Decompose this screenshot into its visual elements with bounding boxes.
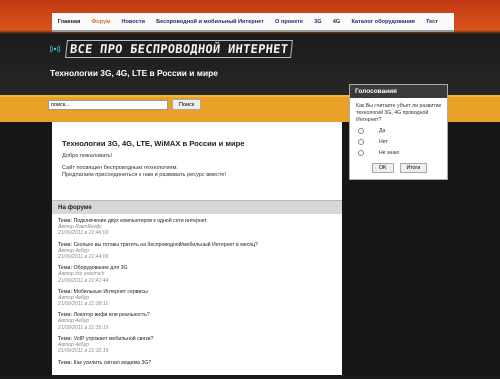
- wifi-antenna-icon: [50, 45, 60, 53]
- forum-post: Тема: Подключение двух компьютеров к одн…: [52, 214, 342, 238]
- welcome-greeting: Добро пожаловать!: [62, 153, 113, 159]
- nav-item-forum[interactable]: Форум: [86, 19, 116, 25]
- poll-widget: Голосования Как Вы считаете убъет ли раз…: [349, 84, 448, 180]
- forum-post-date: 21/09/2011 в 21:38:11: [58, 301, 109, 308]
- site-tagline: Технологии 3G, 4G, LTE в России и мире: [50, 68, 218, 78]
- forum-post-title[interactable]: Мобильные Интернет сервисы: [74, 289, 148, 295]
- topic-label: Тема:: [58, 288, 73, 295]
- topic-label: Тема:: [58, 359, 73, 366]
- poll-buttons: OK Итоги: [350, 158, 447, 174]
- nav-item-test[interactable]: Тест: [420, 19, 443, 25]
- nav-item-wireless-internet[interactable]: Беспроводной и мобильный Интернет: [151, 19, 270, 25]
- search-input[interactable]: [48, 99, 168, 110]
- nav-item-catalog[interactable]: Каталог оборудования: [346, 19, 421, 25]
- poll-option-label: Не знаю: [379, 149, 400, 156]
- radio-button[interactable]: [358, 138, 364, 145]
- welcome-title: Технологии 3G, 4G, LTE, WiMAX в России и…: [62, 139, 245, 148]
- forum-post: Тема: Мобильные Интернет сервисы Автор 4…: [52, 285, 342, 309]
- forum-panel: На форуме Тема: Подключение двух компьют…: [52, 200, 342, 379]
- nav-item-about[interactable]: О проекте: [269, 19, 308, 25]
- forum-post: Тема: VoIP угрожает мобильной связи? Авт…: [52, 332, 342, 356]
- welcome-text-line1: Сайт посвящен беспроводным технологиям.: [62, 164, 178, 171]
- nav-item-4g[interactable]: 4G: [327, 19, 346, 25]
- main-content: Технологии 3G, 4G, LTE, WiMAX в России и…: [52, 122, 342, 375]
- nav-item-3g[interactable]: 3G: [309, 19, 328, 25]
- forum-post-date: 21/09/2011 в 21:41:44: [58, 277, 109, 284]
- poll-title: Голосования: [350, 85, 447, 98]
- poll-option-dont-know[interactable]: Не знаю: [350, 147, 447, 158]
- poll-ok-button[interactable]: OK: [372, 163, 394, 174]
- forum-post-date: 21/09/2011 в 21:46:03: [58, 230, 109, 237]
- nav-item-home[interactable]: Главная: [52, 19, 86, 25]
- forum-post-date: 21/09/2011 в 21:35:19: [58, 324, 109, 331]
- welcome-section: Технологии 3G, 4G, LTE, WiMAX в России и…: [52, 122, 342, 180]
- radio-button[interactable]: [358, 149, 364, 156]
- forum-post: Тема: Как усилить сигнал модема 3G?: [52, 356, 342, 379]
- search-button[interactable]: Поиск: [172, 99, 202, 110]
- forum-post: Тема: Оборудование для 3G Автор the pote…: [52, 261, 342, 285]
- forum-post: Тема: Локатор вифи или реальность? Автор…: [52, 308, 342, 332]
- forum-header: На форуме: [52, 200, 342, 214]
- logo-text: ВСЕ ПРО БЕСПРОВОДНОЙ ИНТЕРНЕТ: [65, 40, 294, 58]
- welcome-text-line2: Предлагаем присоединиться к нам и развив…: [62, 172, 227, 179]
- poll-option-label: Да: [379, 127, 386, 134]
- topic-label: Тема:: [58, 241, 73, 248]
- forum-post-date: 21/09/2011 в 21:32:19: [58, 348, 109, 355]
- nav-item-news[interactable]: Новости: [116, 19, 151, 25]
- forum-post-title[interactable]: Сколько вы готовы тратить на беспроводно…: [74, 242, 258, 248]
- poll-results-button[interactable]: Итоги: [399, 163, 428, 174]
- top-navigation: Главная Форум Новости Беспроводной и моб…: [52, 13, 454, 32]
- poll-question: Как Вы считаете убъет ли развитие технол…: [356, 103, 442, 123]
- forum-post: Тема: Сколько вы готовы тратить на беспр…: [52, 238, 342, 262]
- site-logo[interactable]: ВСЕ ПРО БЕСПРОВОДНОЙ ИНТЕРНЕТ: [50, 40, 294, 58]
- radio-button[interactable]: [358, 127, 364, 134]
- poll-option-no[interactable]: Нет: [350, 136, 447, 147]
- poll-option-yes[interactable]: Да: [350, 125, 447, 136]
- forum-post-title[interactable]: Как усилить сигнал модема 3G?: [74, 360, 152, 366]
- forum-post-date: 21/09/2011 в 21:44:09: [58, 253, 109, 260]
- welcome-text: Сайт посвящен беспроводным технологиям. …: [62, 165, 342, 180]
- poll-option-label: Нет: [379, 138, 388, 145]
- search-form: Поиск: [48, 99, 202, 110]
